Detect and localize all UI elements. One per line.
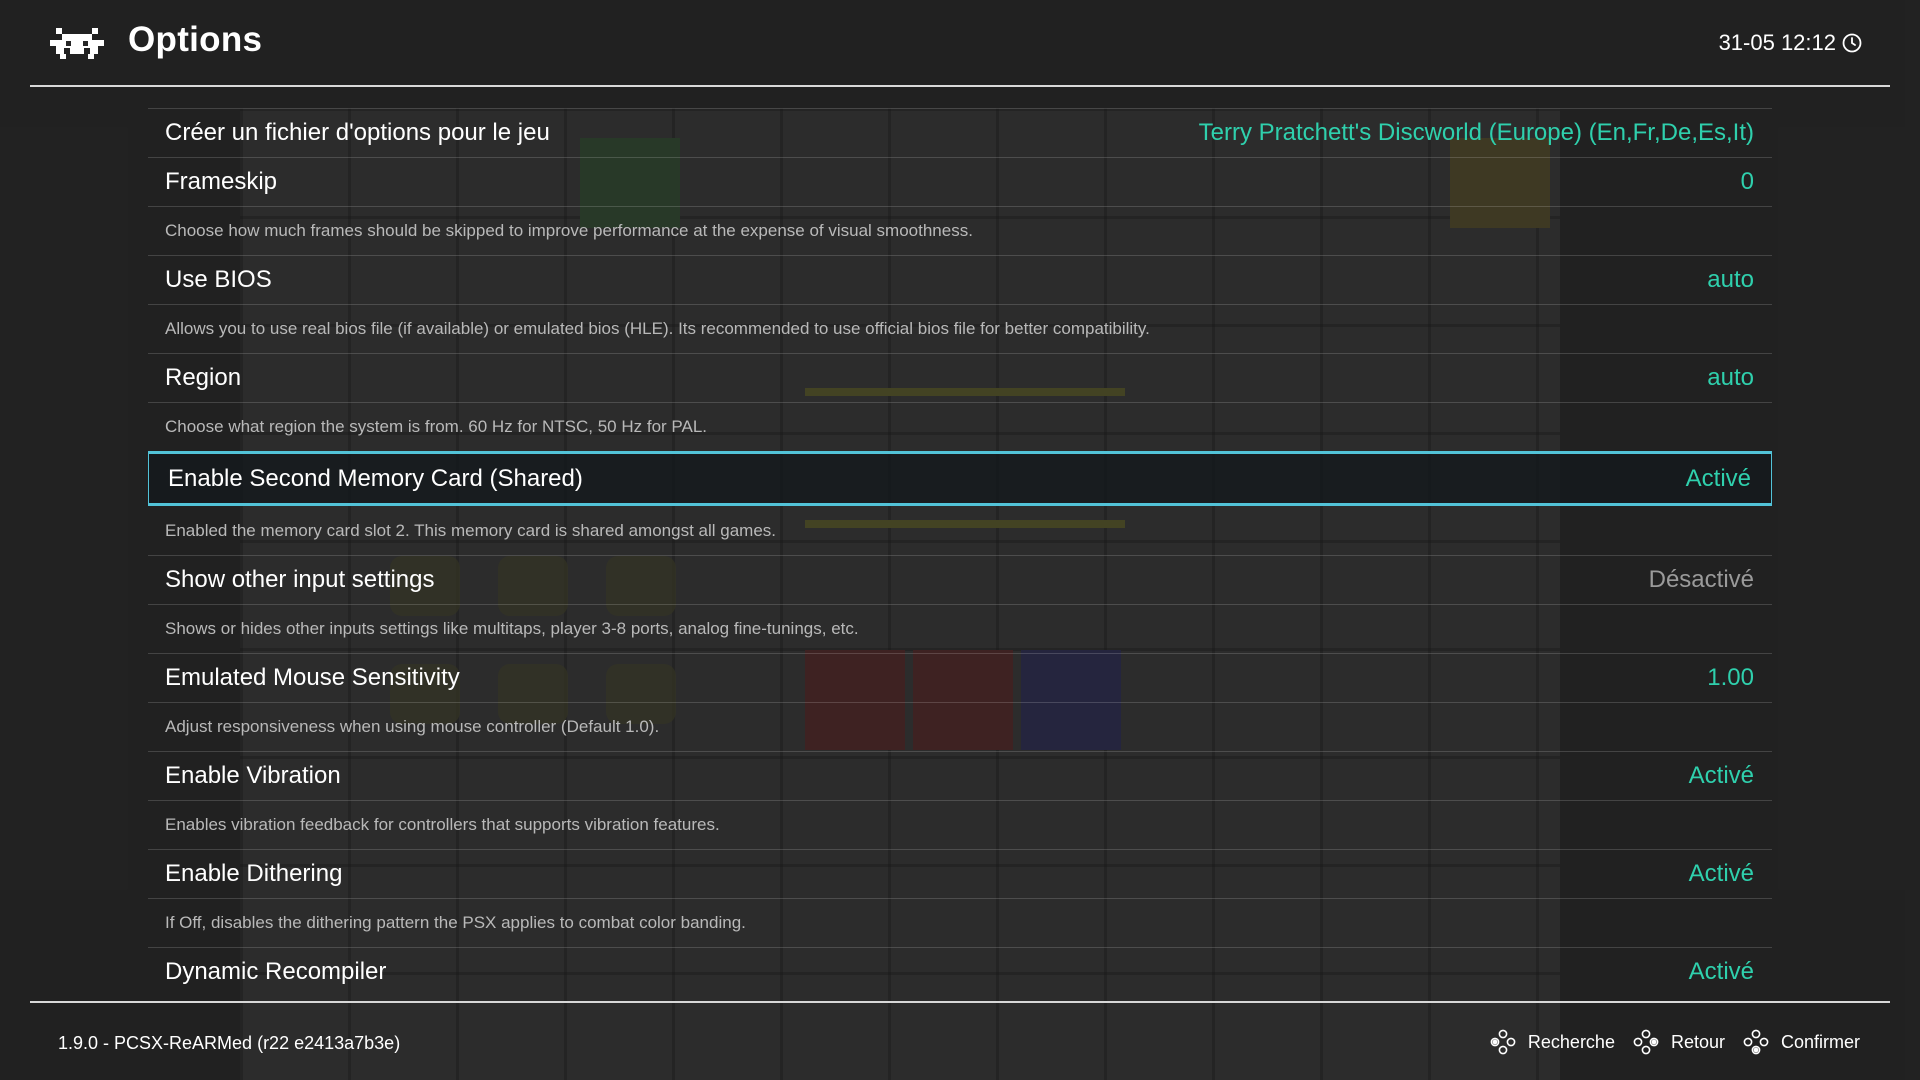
option-value: Activé — [1685, 464, 1751, 492]
datetime: 31-05 12:12 — [1718, 30, 1836, 55]
option-row-show-other-input-settings[interactable]: Show other input settings Désactivé — [148, 555, 1772, 604]
option-value: 1.00 — [1707, 664, 1754, 691]
hint-label: Retour — [1670, 1031, 1725, 1052]
option-description: Enables vibration feedback for controlle… — [148, 800, 1772, 849]
page-title: Options — [128, 20, 263, 59]
option-description: Enabled the memory card slot 2. This mem… — [165, 520, 777, 540]
hint-confirm[interactable]: Confirmer — [1743, 1029, 1860, 1055]
option-row-mouse-sensitivity[interactable]: Emulated Mouse Sensitivity 1.00 — [148, 653, 1772, 702]
option-value: Terry Pratchett's Discworld (Europe) (En… — [1198, 119, 1754, 146]
header: Options 31-05 12:12 — [30, 0, 1890, 87]
core-version: 1.9.0 - PCSX-ReARMed (r22 e2413a7b3e) — [58, 1033, 401, 1053]
option-row-frameskip[interactable]: Frameskip 0 — [148, 157, 1772, 206]
option-label: Enable Vibration — [165, 762, 341, 789]
hint-label: Recherche — [1527, 1031, 1615, 1052]
option-label: Emulated Mouse Sensitivity — [165, 664, 460, 691]
option-row-enable-dithering[interactable]: Enable Dithering Activé — [148, 849, 1772, 898]
option-row-dynamic-recompiler[interactable]: Dynamic Recompiler Activé — [148, 947, 1772, 993]
option-value: Activé — [1688, 958, 1754, 985]
option-value: Activé — [1688, 860, 1754, 887]
hint-label: Confirmer — [1780, 1031, 1860, 1052]
retroarch-invader-icon — [50, 28, 104, 59]
option-label: Dynamic Recompiler — [165, 958, 387, 985]
button-hints: Recherche Retour Confirmer — [1490, 1029, 1860, 1055]
option-row-use-bios[interactable]: Use BIOS auto — [148, 255, 1772, 304]
option-label: Region — [165, 364, 242, 391]
footer: 1.9.0 - PCSX-ReARMed (r22 e2413a7b3e) Re… — [30, 1001, 1890, 1080]
option-value: 0 — [1740, 168, 1754, 195]
option-row-second-memory-card[interactable]: Enable Second Memory Card (Shared) Activ… — [148, 451, 1772, 506]
option-value: auto — [1707, 364, 1754, 391]
option-value: Désactivé — [1648, 566, 1754, 593]
option-value: Activé — [1688, 762, 1754, 789]
option-label: Frameskip — [165, 168, 278, 195]
option-label: Enable Dithering — [165, 860, 343, 887]
dpad-icon — [1743, 1029, 1769, 1055]
hint-search[interactable]: Recherche — [1490, 1029, 1615, 1055]
option-description: Choose how much frames should be skipped… — [148, 206, 1772, 255]
option-description: Allows you to use real bios file (if ava… — [148, 304, 1772, 353]
option-label: Enable Second Memory Card (Shared) — [168, 464, 583, 492]
option-description: Adjust responsiveness when using mouse c… — [148, 702, 1772, 751]
option-description: Shows or hides other inputs settings lik… — [148, 604, 1772, 653]
clock-icon — [1842, 33, 1862, 53]
option-value: auto — [1707, 266, 1754, 293]
hint-back[interactable]: Retour — [1633, 1029, 1725, 1055]
option-description: If Off, disables the dithering pattern t… — [148, 898, 1772, 947]
option-label: Use BIOS — [165, 266, 272, 293]
dpad-icon — [1633, 1029, 1659, 1055]
clock: 31-05 12:12 — [1719, 30, 1862, 56]
option-row-game-options-file[interactable]: Créer un fichier d'options pour le jeu T… — [148, 108, 1772, 157]
option-row-enable-vibration[interactable]: Enable Vibration Activé — [148, 751, 1772, 800]
option-label: Créer un fichier d'options pour le jeu — [165, 119, 550, 146]
dpad-icon — [1490, 1029, 1516, 1055]
option-row-region[interactable]: Region auto — [148, 353, 1772, 402]
option-description: Choose what region the system is from. 6… — [148, 402, 1772, 451]
options-list[interactable]: Créer un fichier d'options pour le jeu T… — [148, 108, 1772, 993]
option-label: Show other input settings — [165, 566, 435, 593]
